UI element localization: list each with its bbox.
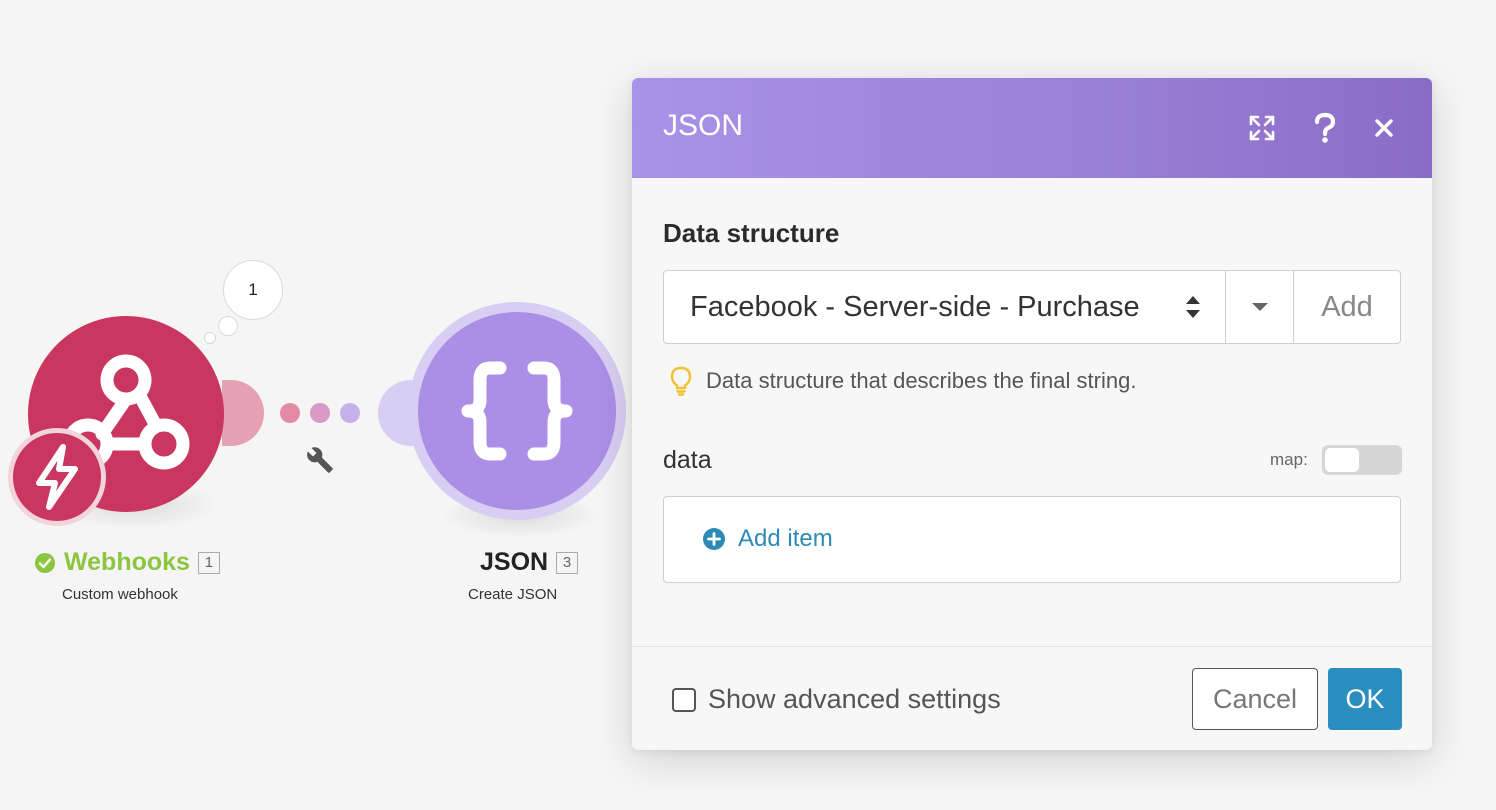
- dialog-header: JSON: [632, 78, 1432, 178]
- add-data-structure-button[interactable]: Add: [1294, 271, 1400, 343]
- map-toggle-knob: [1325, 448, 1359, 472]
- plus-circle-icon: [703, 528, 725, 550]
- sort-arrows-icon: [1186, 296, 1200, 318]
- data-structure-dropdown-button[interactable]: [1226, 271, 1294, 343]
- expand-button[interactable]: [1242, 108, 1282, 148]
- help-button[interactable]: [1305, 108, 1345, 148]
- data-structure-value: Facebook - Server-side - Purchase: [690, 291, 1140, 323]
- advanced-settings-label: Show advanced settings: [708, 684, 1001, 714]
- map-toggle[interactable]: [1322, 445, 1402, 475]
- caret-down-icon: [1251, 303, 1268, 311]
- operations-count-bubble[interactable]: 1: [223, 260, 283, 320]
- check-circle-icon: [35, 552, 55, 573]
- webhook-module-label: Webhooks 1: [34, 548, 220, 577]
- data-field-label: data: [663, 446, 712, 474]
- json-module-label: JSON 3: [480, 548, 579, 577]
- data-structure-select[interactable]: Facebook - Server-side - Purchase: [664, 271, 1226, 343]
- add-item-label: Add item: [738, 525, 833, 552]
- dialog-title: JSON: [663, 109, 744, 142]
- lightning-icon: [36, 444, 78, 510]
- close-button[interactable]: [1364, 108, 1404, 148]
- connector-dot: [340, 403, 360, 423]
- cancel-button[interactable]: Cancel: [1192, 668, 1318, 730]
- instant-trigger-badge: [8, 428, 106, 526]
- hint-text: Data structure that describes the final …: [706, 368, 1137, 393]
- webhook-module-index: 1: [197, 551, 220, 574]
- webhook-output-port[interactable]: [222, 380, 264, 446]
- help-icon: [1314, 112, 1336, 143]
- connector-dot: [280, 403, 300, 423]
- json-module-title: JSON: [480, 548, 549, 576]
- footer-divider: [632, 646, 1432, 647]
- data-structure-select-group: Facebook - Server-side - Purchase Add: [663, 270, 1401, 344]
- json-module-index: 3: [556, 551, 579, 574]
- json-module-subtitle: Create JSON: [468, 586, 558, 603]
- data-structure-hint: Data structure that describes the final …: [670, 366, 1136, 396]
- curly-braces-icon: [461, 361, 573, 461]
- show-advanced-settings-toggle[interactable]: Show advanced settings: [672, 684, 1001, 715]
- webhook-module-title: Webhooks: [64, 548, 190, 576]
- map-label: map:: [1270, 450, 1308, 469]
- advanced-settings-checkbox[interactable]: [672, 687, 696, 712]
- data-structure-label: Data structure: [663, 218, 840, 248]
- lightbulb-icon: [670, 366, 692, 396]
- data-items-box: Add item: [663, 496, 1401, 583]
- add-item-button[interactable]: Add item: [702, 525, 833, 553]
- json-module[interactable]: [418, 312, 616, 510]
- webhook-module-subtitle: Custom webhook: [62, 586, 178, 603]
- module-settings-dialog: JSON Data structure Facebook - Server-si…: [632, 78, 1432, 750]
- wrench-icon[interactable]: [306, 446, 334, 474]
- close-icon: [1375, 119, 1393, 137]
- expand-icon: [1249, 115, 1275, 141]
- connector-dot: [310, 403, 330, 423]
- ok-button[interactable]: OK: [1328, 668, 1402, 730]
- operations-count: 1: [248, 280, 258, 299]
